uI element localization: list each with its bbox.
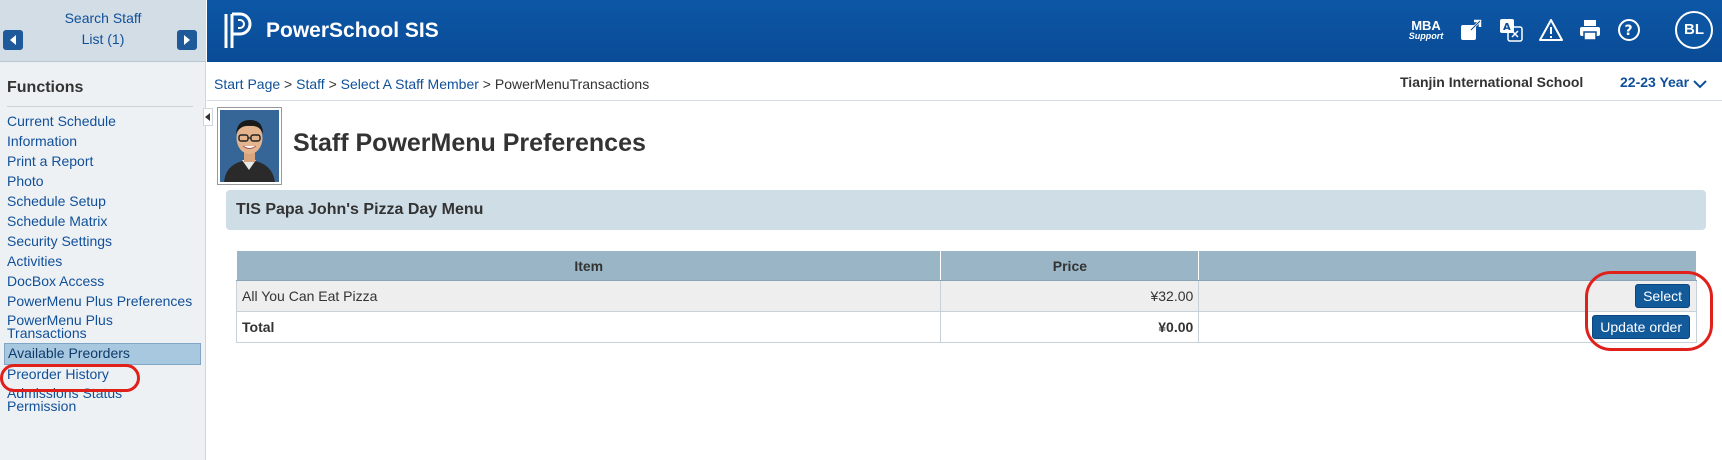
powerschool-logo-icon[interactable]: [223, 12, 255, 55]
function-item-information[interactable]: Information: [0, 132, 206, 152]
table-row: All You Can Eat Pizza ¥32.00 Select: [235, 280, 1697, 312]
menu-items-table: Item Price All You Can Eat Pizza ¥32.00 …: [235, 250, 1697, 343]
breadcrumb-staff[interactable]: Staff: [296, 76, 325, 92]
breadcrumb-select-staff[interactable]: Select A Staff Member: [341, 76, 479, 92]
user-avatar[interactable]: BL: [1675, 11, 1713, 49]
item-name-cell: All You Can Eat Pizza: [235, 280, 942, 312]
term-selector[interactable]: 22-23 Year: [1620, 74, 1707, 90]
app-header: PowerSchool SIS MBA Support A ? BL: [207, 0, 1722, 62]
breadcrumb-separator: >: [284, 76, 293, 92]
function-item-current-schedule[interactable]: Current Schedule: [0, 112, 206, 132]
function-link[interactable]: Available Preorders: [4, 343, 201, 365]
total-label-cell: Total: [235, 311, 942, 343]
menu-title-box: TIS Papa John's Pizza Day Menu: [226, 190, 1706, 230]
function-item-admissions-status-permission[interactable]: Admissions Status Permission: [0, 385, 206, 416]
column-header-price: Price: [940, 250, 1200, 281]
functions-heading: Functions: [7, 79, 84, 96]
function-link[interactable]: Activities: [0, 252, 206, 272]
previous-staff-button[interactable]: [3, 30, 23, 50]
breadcrumb-start-page[interactable]: Start Page: [214, 76, 280, 92]
left-sidebar: Search Staff List (1) Functions Current …: [0, 0, 206, 460]
total-action-cell: Update order: [1198, 311, 1697, 343]
column-header-action: [1198, 250, 1697, 281]
school-name[interactable]: Tianjin International School: [1400, 74, 1583, 90]
functions-list: Current Schedule Information Print a Rep…: [0, 112, 206, 416]
function-link[interactable]: DocBox Access: [0, 272, 206, 292]
function-item-activities[interactable]: Activities: [0, 252, 206, 272]
function-link[interactable]: Information: [0, 132, 206, 152]
svg-text:?: ?: [1625, 23, 1633, 39]
function-link[interactable]: Preorder History: [0, 365, 206, 385]
support-label: Support: [1408, 31, 1444, 41]
function-link[interactable]: Admissions Status Permission: [0, 385, 150, 416]
function-link[interactable]: Current Schedule: [0, 112, 206, 132]
function-item-photo[interactable]: Photo: [0, 172, 206, 192]
triangle-left-icon: [10, 35, 16, 45]
svg-text:A: A: [1503, 22, 1511, 33]
select-button[interactable]: Select: [1635, 284, 1690, 308]
function-link[interactable]: PowerMenu Plus Transactions: [0, 312, 150, 343]
alert-icon[interactable]: [1539, 18, 1563, 44]
function-link[interactable]: Schedule Matrix: [0, 212, 206, 232]
term-label: 22-23 Year: [1620, 74, 1690, 90]
breadcrumb-separator: >: [482, 76, 491, 92]
function-item-docbox-access[interactable]: DocBox Access: [0, 272, 206, 292]
function-link[interactable]: Photo: [0, 172, 206, 192]
column-header-item: Item: [235, 250, 942, 281]
print-icon[interactable]: [1578, 18, 1602, 44]
triangle-right-icon: [184, 35, 190, 45]
table-header-row: Item Price: [235, 250, 1697, 281]
breadcrumb-bar: Start Page > Staff > Select A Staff Memb…: [207, 62, 1722, 101]
app-title: PowerSchool SIS: [266, 19, 439, 42]
function-link[interactable]: Schedule Setup: [0, 192, 206, 212]
staff-nav-line2: List (1): [81, 31, 125, 47]
function-link[interactable]: Security Settings: [0, 232, 206, 252]
update-order-button[interactable]: Update order: [1592, 315, 1690, 339]
function-item-security-settings[interactable]: Security Settings: [0, 232, 206, 252]
staff-portrait-image: [220, 110, 279, 182]
function-item-print-a-report[interactable]: Print a Report: [0, 152, 206, 172]
total-value-cell: ¥0.00: [940, 311, 1200, 343]
function-link[interactable]: PowerMenu Plus Preferences: [0, 292, 206, 312]
function-item-powermenu-plus-transactions[interactable]: PowerMenu Plus Transactions: [0, 312, 206, 343]
translate-icon[interactable]: A: [1499, 18, 1523, 44]
function-item-schedule-setup[interactable]: Schedule Setup: [0, 192, 206, 212]
staff-nav-line1: Search Staff: [64, 10, 142, 26]
function-link[interactable]: Print a Report: [0, 152, 206, 172]
help-icon[interactable]: ?: [1617, 18, 1641, 44]
function-item-preorder-history[interactable]: Preorder History: [0, 365, 206, 385]
staff-photo: [217, 107, 282, 185]
breadcrumb-separator: >: [328, 76, 337, 92]
item-action-cell: Select: [1198, 280, 1697, 312]
chevron-down-icon: [1693, 80, 1707, 89]
triangle-left-icon: [205, 113, 210, 121]
page-title: Staff PowerMenu Preferences: [293, 129, 646, 157]
functions-divider: [7, 106, 193, 107]
function-item-available-preorders[interactable]: Available Preorders: [0, 343, 206, 365]
table-total-row: Total ¥0.00 Update order: [235, 311, 1697, 343]
function-item-schedule-matrix[interactable]: Schedule Matrix: [0, 212, 206, 232]
next-staff-button[interactable]: [177, 30, 197, 50]
collapse-sidebar-tab[interactable]: [203, 108, 213, 126]
item-price-cell: ¥32.00: [940, 280, 1200, 312]
menu-title: TIS Papa John's Pizza Day Menu: [236, 201, 484, 218]
staff-list-navigator: Search Staff List (1): [0, 0, 206, 62]
breadcrumb-current: PowerMenuTransactions: [494, 76, 650, 92]
search-staff-list-link[interactable]: Search Staff List (1): [30, 8, 176, 50]
mba-label: MBA: [1411, 18, 1441, 33]
breadcrumb: Start Page > Staff > Select A Staff Memb…: [214, 76, 649, 92]
external-link-icon[interactable]: [1459, 18, 1483, 44]
mba-support-icon[interactable]: MBA Support: [1406, 18, 1446, 46]
function-item-powermenu-plus-preferences[interactable]: PowerMenu Plus Preferences: [0, 292, 206, 312]
